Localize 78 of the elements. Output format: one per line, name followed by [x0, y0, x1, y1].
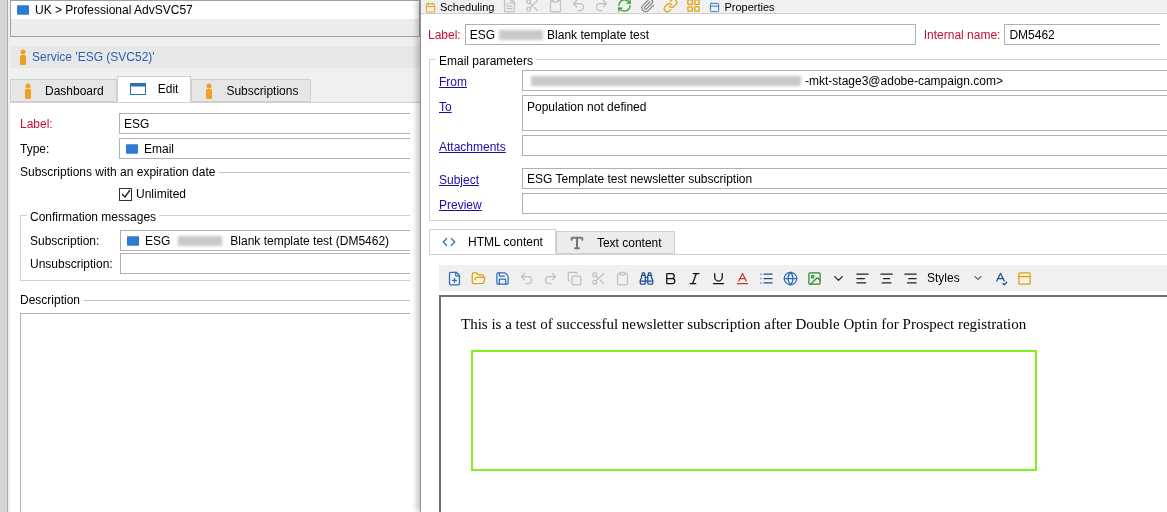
redo-icon[interactable]	[594, 0, 610, 13]
redacted-text	[499, 29, 544, 40]
breadcrumb: UK > Professional AdvSVC57	[35, 2, 193, 19]
globe-icon[interactable]	[783, 270, 798, 286]
editor-area[interactable]: This is a test of successful newsletter subscription after Double Optin for Prospect registration	[439, 295, 1167, 512]
field-label: Label:	[20, 115, 54, 133]
service-title: Service 'ESG (SVC52)'	[32, 49, 155, 66]
field-link[interactable]: Attachments	[439, 138, 522, 156]
insert-block-icon[interactable]	[1016, 270, 1032, 286]
unsubscription-field[interactable]	[120, 253, 410, 274]
parameter-field[interactable]: -mkt-stage3@adobe-campaign.com>	[522, 70, 1167, 91]
underline-icon[interactable]	[711, 270, 726, 286]
styles-dropdown[interactable]: Styles	[927, 269, 984, 287]
field-link[interactable]: From	[439, 73, 522, 91]
field-label: Label:	[428, 26, 461, 44]
subscription-field[interactable]: ESG Blank template test (DM5462)	[120, 230, 410, 251]
bold-icon[interactable]	[663, 270, 678, 286]
cut-icon[interactable]	[525, 0, 541, 13]
grid-icon[interactable]	[686, 0, 702, 13]
save-icon[interactable]	[495, 270, 510, 286]
person-icon	[23, 82, 33, 99]
field-label: Subscription:	[30, 232, 101, 250]
paste-icon[interactable]	[548, 0, 564, 13]
person-icon	[204, 82, 215, 99]
paperclip-icon[interactable]	[640, 0, 656, 13]
scheduling-button[interactable]: Scheduling	[425, 2, 495, 13]
undo-icon[interactable]	[571, 0, 587, 13]
letter-icon	[568, 234, 585, 251]
image-icon[interactable]	[807, 270, 822, 286]
calendar-icon	[425, 2, 436, 13]
body-text: This is a test of successful newsletter subscription after Double Optin for Prospect registration	[461, 315, 1028, 334]
parameter-field[interactable]	[522, 135, 1167, 156]
window-icon	[709, 2, 721, 13]
parameter-field[interactable]	[522, 193, 1167, 214]
description-field[interactable]	[20, 313, 410, 512]
window-icon	[129, 83, 146, 95]
align-left-icon[interactable]	[855, 270, 870, 286]
text-color-icon[interactable]	[735, 270, 750, 286]
redacted-text	[178, 235, 223, 246]
field-link[interactable]: Subject	[439, 171, 522, 189]
paste-icon[interactable]	[615, 270, 630, 286]
content-tab[interactable]: Text content	[555, 231, 675, 254]
undo-icon[interactable]	[519, 270, 534, 286]
field-label: Unsubscription:	[30, 255, 114, 273]
list-icon[interactable]	[759, 270, 774, 286]
field-link[interactable]: To	[439, 98, 522, 116]
copy-icon[interactable]	[567, 270, 582, 286]
new-file-icon[interactable]	[447, 270, 462, 286]
section-title: Description	[20, 292, 81, 309]
folder-icon[interactable]	[471, 270, 486, 286]
person-icon	[18, 49, 28, 65]
parameter-field[interactable]: ESG Template test newsletter subscription	[522, 168, 1167, 189]
internal-name-field[interactable]: DM5462	[1004, 24, 1160, 45]
section-title: Subscriptions with an expiration date	[20, 164, 216, 181]
link-icon[interactable]	[663, 0, 679, 13]
label-field[interactable]: ESG	[119, 113, 410, 134]
label-field[interactable]: ESG Blank template test	[464, 24, 916, 45]
find-icon[interactable]	[639, 270, 654, 286]
tab[interactable]: Subscriptions	[191, 79, 312, 102]
field-link[interactable]: Preview	[439, 196, 522, 214]
refresh-icon[interactable]	[617, 0, 633, 13]
content-tab[interactable]: HTML content	[429, 229, 556, 254]
field-label: Internal name:	[923, 26, 1001, 44]
unlimited-checkbox[interactable]: Unlimited	[119, 185, 410, 203]
document-icon[interactable]	[502, 0, 518, 13]
italic-icon[interactable]	[687, 270, 702, 286]
tab[interactable]: Edit	[116, 76, 192, 102]
checkbox[interactable]	[119, 187, 132, 201]
scrollbar[interactable]	[0, 0, 8, 512]
field-label: Type:	[20, 140, 51, 158]
align-right-icon[interactable]	[903, 270, 918, 286]
type-field[interactable]: Email	[119, 138, 410, 159]
redo-icon[interactable]	[543, 270, 558, 286]
properties-button[interactable]: Properties	[709, 2, 775, 13]
cut-icon[interactable]	[591, 270, 606, 286]
parameter-field[interactable]: Population not defined	[522, 95, 1167, 131]
tab[interactable]: Dashboard	[10, 79, 117, 102]
align-center-icon[interactable]	[879, 270, 894, 286]
